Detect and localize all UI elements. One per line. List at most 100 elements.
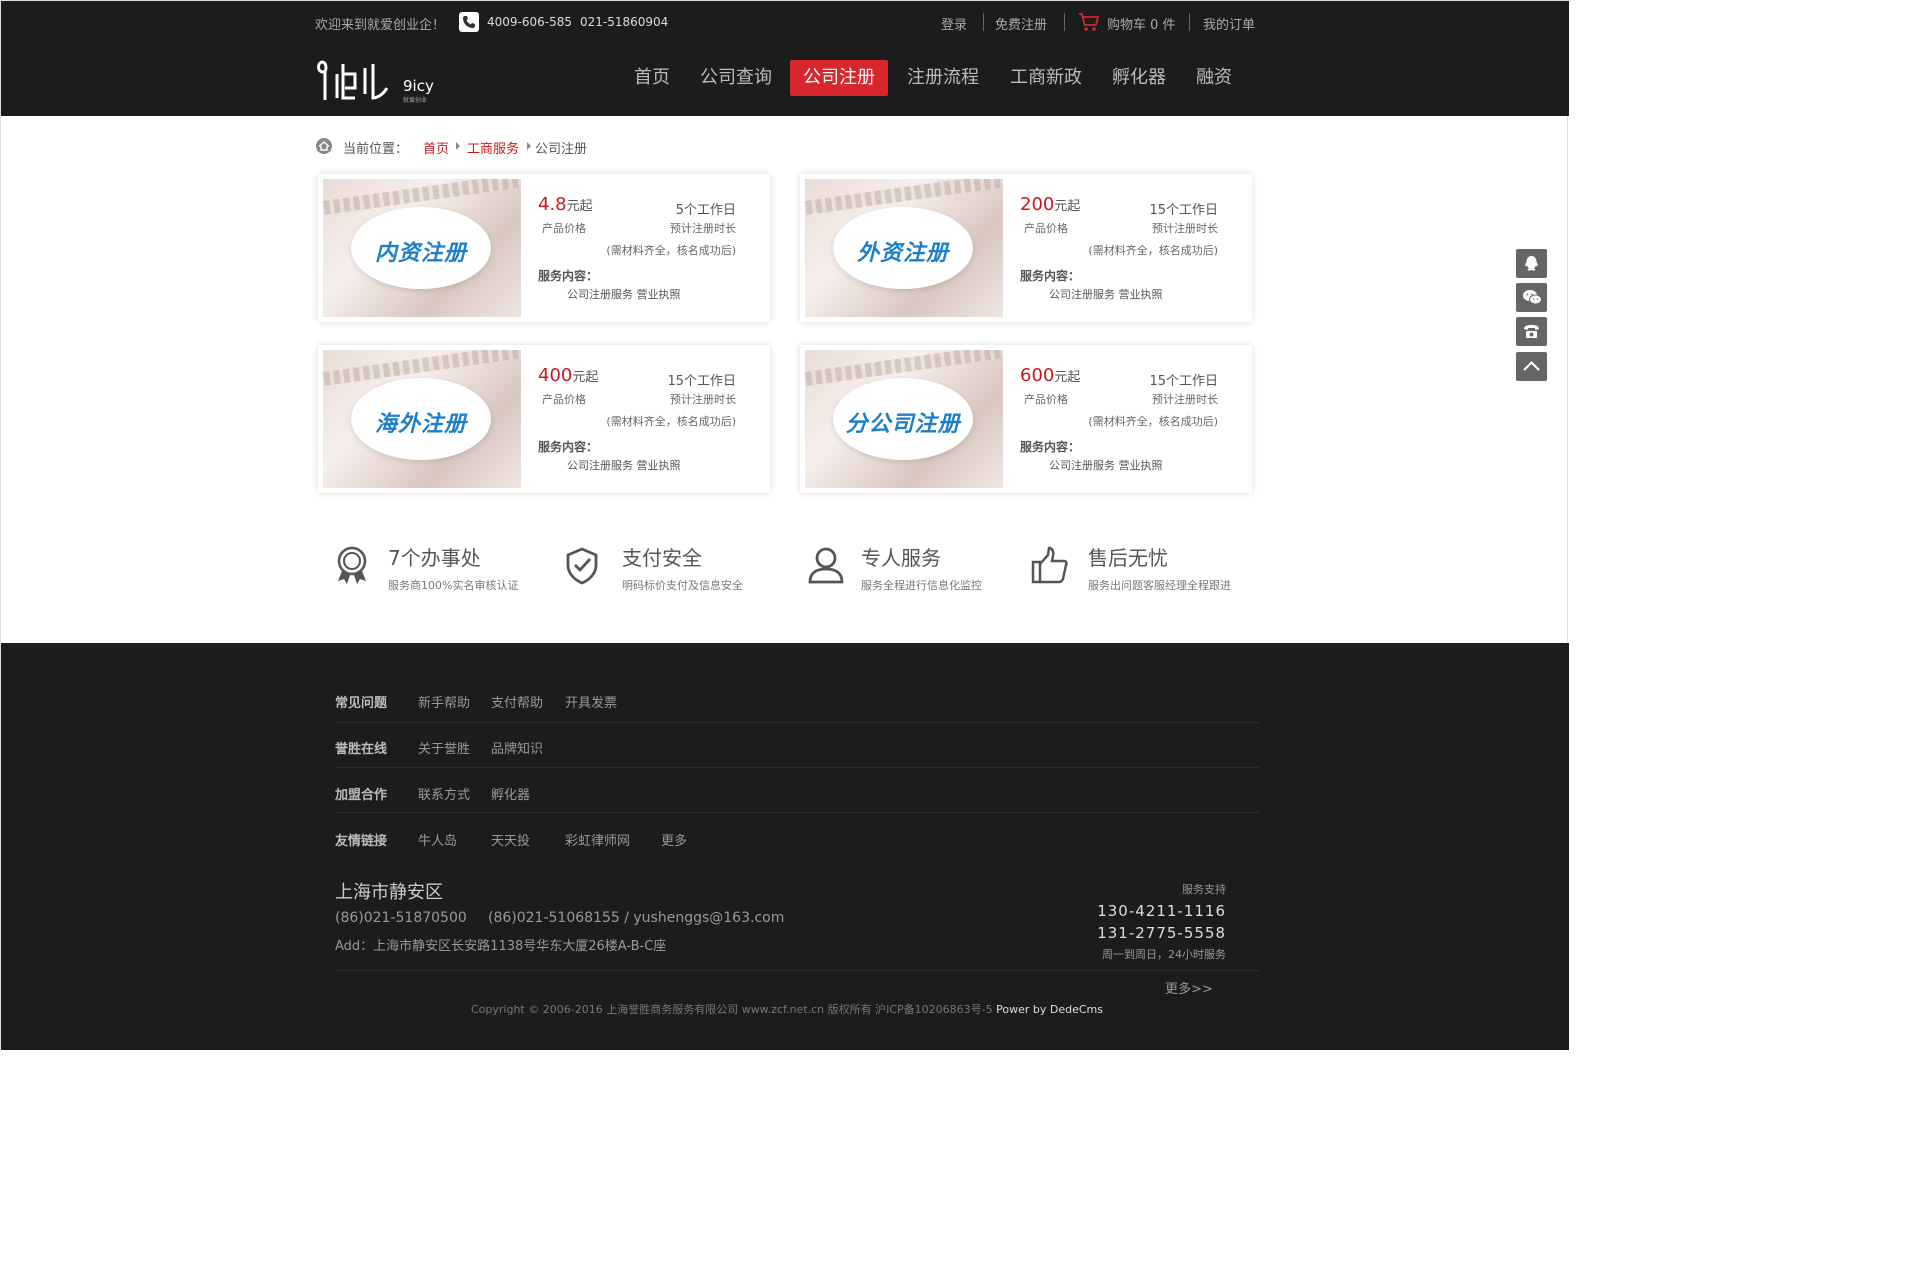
footer-link[interactable]: 联系方式 [418, 784, 470, 803]
my-orders-link[interactable]: 我的订单 [1203, 14, 1255, 33]
nav-incubator[interactable]: 孵化器 [1104, 60, 1174, 96]
product-duration: 15个工作日 [1149, 374, 1218, 389]
nav-company-register[interactable]: 公司注册 [790, 60, 888, 96]
price-label: 产品价格 [542, 393, 586, 406]
price-label: 产品价格 [542, 222, 586, 235]
product-card-domestic[interactable]: 内资注册 4.8元起 产品价格 5个工作日 预计注册时长 (需材料齐全，核名成功… [318, 174, 770, 322]
breadcrumb-home[interactable]: 首页 [423, 138, 449, 157]
top-bar: 欢迎来到就爱创业企！ 4009-606-585 021-51860904 登录 … [1, 1, 1569, 43]
divider [335, 722, 1259, 723]
breadcrumb-current: 公司注册 [535, 142, 588, 157]
nav-business-policy[interactable]: 工商新政 [1001, 60, 1091, 96]
breadcrumb-arrow-icon [527, 142, 531, 150]
thumbs-up-icon [1030, 545, 1070, 585]
qq-icon[interactable] [1516, 249, 1547, 278]
feature-subtitle: 服务全程进行信息化监控 [861, 579, 982, 592]
footer-link[interactable]: 品牌知识 [491, 738, 543, 757]
product-card-foreign[interactable]: 外资注册 200元起 产品价格 15个工作日 预计注册时长 (需材料齐全，核名成… [800, 174, 1252, 322]
divider [1189, 13, 1190, 31]
service-label: 服务内容： [1020, 440, 1081, 454]
divider [335, 767, 1259, 768]
logo-brand: 9icy [403, 77, 434, 95]
back-to-top-icon[interactable] [1516, 352, 1547, 381]
feature-subtitle: 服务商100%实名审核认证 [388, 579, 519, 592]
office-number: 021-51860904 [580, 15, 669, 29]
footer-address: Add：上海市静安区长安路1138号华东大厦26楼A-B-C座 [335, 939, 667, 954]
breadcrumb-section[interactable]: 工商服务 [467, 138, 519, 157]
feature-subtitle: 明码标价支付及信息安全 [622, 579, 743, 592]
divider [1064, 13, 1065, 31]
telephone-icon[interactable] [1516, 317, 1547, 346]
cart-link[interactable]: 购物车 0 件 [1107, 14, 1176, 33]
site-logo[interactable]: 9icy 就爱创业 [315, 54, 435, 104]
footer-links-label: 友情链接 [335, 834, 388, 849]
product-title: 海外注册 [374, 412, 467, 437]
logo-sub: 就爱创业 [403, 96, 427, 104]
footer-link[interactable]: 新手帮助 [418, 692, 470, 711]
product-image[interactable]: 外资注册 [805, 179, 1003, 317]
product-price: 200元起 [1020, 194, 1081, 215]
product-card-overseas[interactable]: 海外注册 400元起 产品价格 15个工作日 预计注册时长 (需材料齐全，核名成… [318, 345, 770, 493]
footer-phone-email: (86)021-51068155 / yushenggs@163.com [488, 910, 785, 926]
duration-note: (需材料齐全，核名成功后) [1088, 415, 1218, 428]
footer-link[interactable]: 牛人岛 [418, 830, 457, 849]
cart-icon[interactable] [1078, 12, 1100, 36]
nav-financing[interactable]: 融资 [1187, 60, 1241, 96]
footer-city: 上海市静安区 [335, 882, 443, 903]
nav-home[interactable]: 首页 [625, 60, 679, 96]
product-price: 600元起 [1020, 365, 1081, 386]
duration-note: (需材料齐全，核名成功后) [1088, 244, 1218, 257]
service-label: 服务内容： [538, 269, 599, 283]
product-duration: 15个工作日 [667, 374, 736, 389]
nav-company-query[interactable]: 公司查询 [691, 60, 781, 96]
footer-link[interactable]: 更多 [661, 830, 687, 849]
wechat-icon[interactable] [1516, 283, 1547, 312]
login-link[interactable]: 登录 [941, 14, 967, 33]
product-title: 内资注册 [374, 241, 467, 266]
support-phone: 130-4211-1116 [1097, 902, 1226, 920]
shield-check-icon [562, 545, 602, 585]
duration-label: 预计注册时长 [670, 393, 736, 406]
divider [335, 970, 1259, 971]
feature-title: 7个办事处 [388, 546, 481, 570]
register-link[interactable]: 免费注册 [995, 14, 1047, 33]
footer-link[interactable]: 开具发票 [565, 692, 617, 711]
footer-link[interactable]: 彩虹律师网 [565, 830, 630, 849]
footer-link[interactable]: 天天投 [491, 830, 530, 849]
divider [983, 13, 984, 31]
hotline-number: 4009-606-585 [487, 15, 573, 29]
product-price: 4.8元起 [538, 194, 593, 215]
duration-label: 预计注册时长 [670, 222, 736, 235]
product-title: 外资注册 [856, 241, 949, 266]
product-image[interactable]: 分公司注册 [805, 350, 1003, 488]
duration-note: (需材料齐全，核名成功后) [606, 415, 736, 428]
duration-label: 预计注册时长 [1152, 222, 1218, 235]
footer [1, 643, 1569, 1050]
footer-more-link[interactable]: 更多>> [1165, 978, 1213, 997]
service-content: 公司注册服务 营业执照 [1049, 459, 1163, 472]
service-content: 公司注册服务 营业执照 [1049, 288, 1163, 301]
powered-by: Power by DedeCms [996, 1003, 1103, 1016]
breadcrumb-arrow-icon [456, 142, 460, 150]
product-card-branch[interactable]: 分公司注册 600元起 产品价格 15个工作日 预计注册时长 (需材料齐全，核名… [800, 345, 1252, 493]
duration-label: 预计注册时长 [1152, 393, 1218, 406]
product-image[interactable]: 海外注册 [323, 350, 521, 488]
header: 欢迎来到就爱创业企！ 4009-606-585 021-51860904 登录 … [1, 1, 1569, 116]
service-label: 服务内容： [1020, 269, 1081, 283]
divider [335, 812, 1259, 813]
feature-title: 支付安全 [622, 546, 702, 570]
nav-register-process[interactable]: 注册流程 [898, 60, 988, 96]
home-icon [316, 138, 332, 154]
footer-partner-label: 加盟合作 [335, 788, 388, 803]
footer-link[interactable]: 支付帮助 [491, 692, 543, 711]
service-content: 公司注册服务 营业执照 [567, 288, 681, 301]
price-label: 产品价格 [1024, 222, 1068, 235]
footer-link[interactable]: 关于誉胜 [418, 738, 470, 757]
price-label: 产品价格 [1024, 393, 1068, 406]
footer-link[interactable]: 孵化器 [491, 784, 530, 803]
product-title: 分公司注册 [845, 412, 961, 437]
footer-faq-label: 常见问题 [335, 696, 388, 711]
copyright: Copyright © 2006-2016 上海誉胜商务服务有限公司 www.z… [471, 1003, 1103, 1016]
product-image[interactable]: 内资注册 [323, 179, 521, 317]
support-hours: 周一到周日，24小时服务 [1102, 948, 1226, 961]
